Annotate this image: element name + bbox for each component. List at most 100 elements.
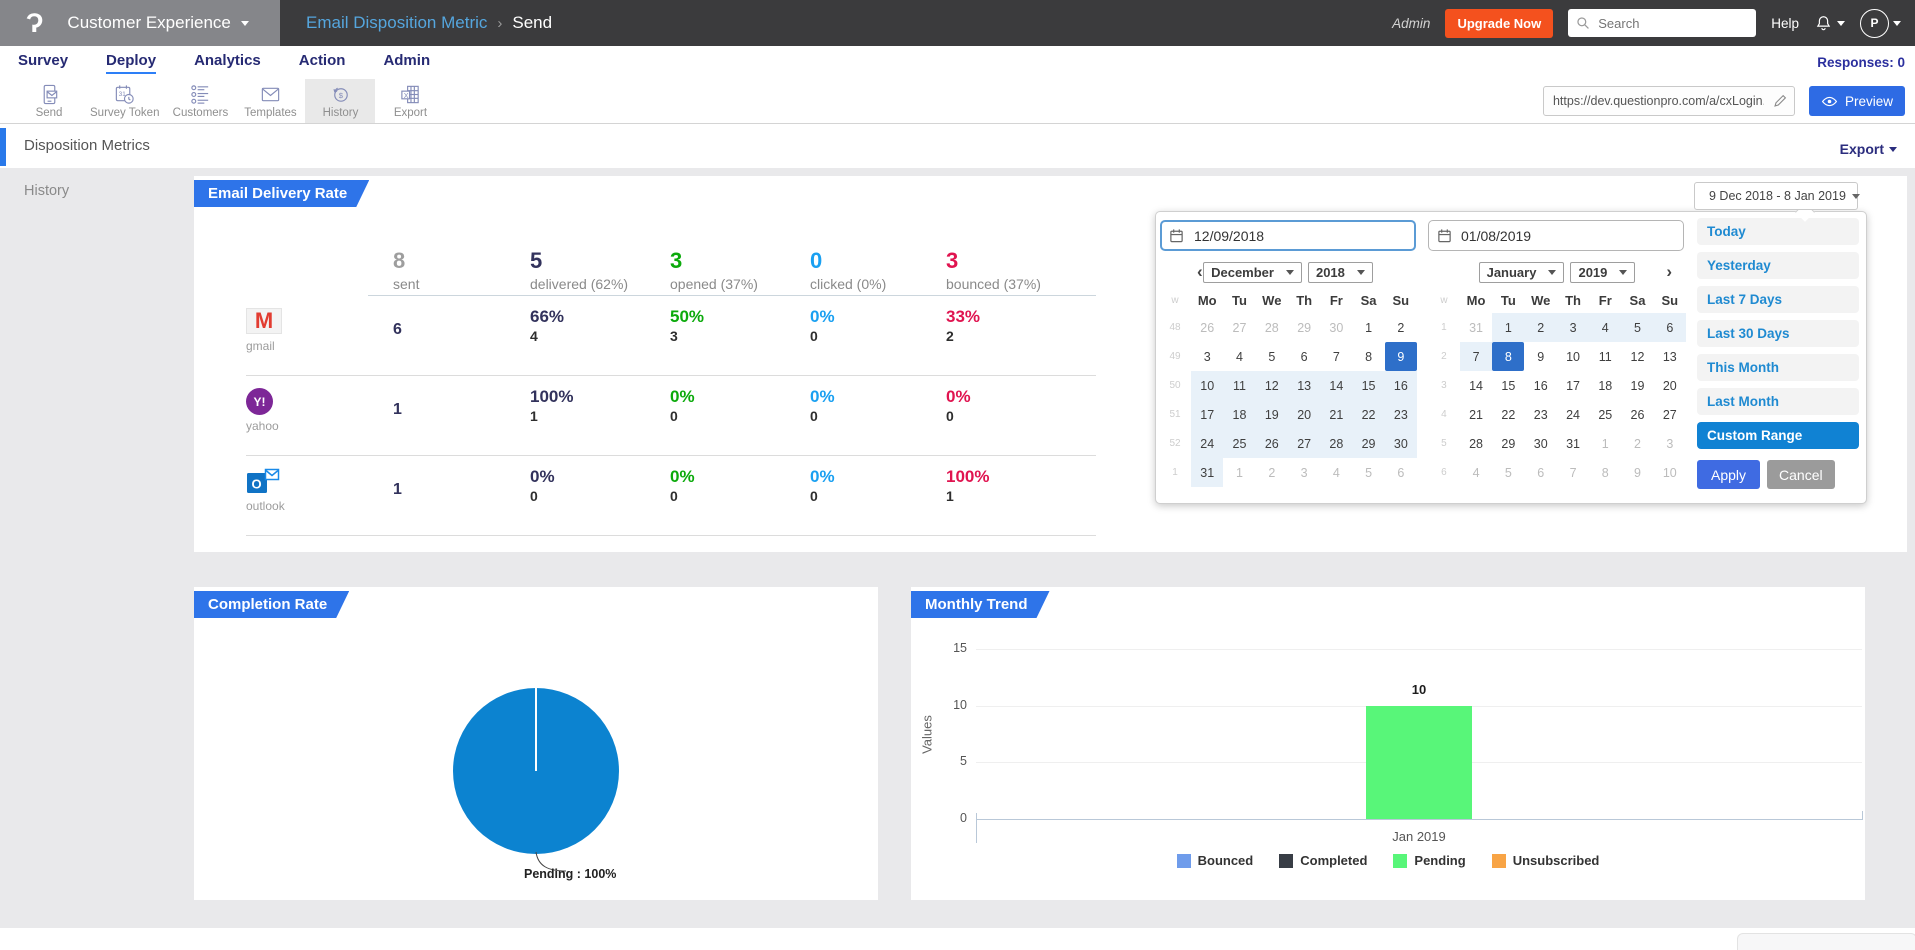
calendar-day[interactable]: 2 [1385,313,1417,342]
quick-range-today[interactable]: Today [1697,218,1859,245]
calendar-day[interactable]: 27 [1654,400,1686,429]
calendar-day[interactable]: 23 [1524,400,1556,429]
calendar-day[interactable]: 25 [1223,429,1255,458]
calendar-day[interactable]: 21 [1320,400,1352,429]
calendar-day[interactable]: 12 [1256,371,1288,400]
upgrade-now-button[interactable]: Upgrade Now [1445,9,1553,38]
calendar-day[interactable]: 10 [1654,458,1686,487]
preview-button[interactable]: Preview [1809,86,1905,116]
apply-button[interactable]: Apply [1697,460,1760,489]
calendar-day[interactable]: 25 [1589,400,1621,429]
calendar-day[interactable]: 8 [1352,342,1384,371]
calendar-day[interactable]: 6 [1524,458,1556,487]
calendar-day[interactable]: 6 [1654,313,1686,342]
calendar-day[interactable]: 28 [1320,429,1352,458]
calendar-day[interactable]: 8 [1492,342,1524,371]
calendar-day[interactable]: 15 [1352,371,1384,400]
responses-count[interactable]: Responses: 0 [1817,55,1915,70]
notifications-button[interactable] [1814,14,1845,33]
bar-pending[interactable] [1366,706,1472,819]
calendar-day[interactable]: 13 [1288,371,1320,400]
calendar-day[interactable]: 3 [1557,313,1589,342]
calendar-day[interactable]: 16 [1385,371,1417,400]
end-date-input[interactable] [1428,220,1684,251]
calendar-next-icon[interactable]: › [1666,261,1672,283]
calendar-day[interactable]: 4 [1320,458,1352,487]
toolbar-history[interactable]: $ History [305,79,375,123]
quick-range-last-30-days[interactable]: Last 30 Days [1697,320,1859,347]
calendar-day[interactable]: 20 [1654,371,1686,400]
calendar-day[interactable]: 18 [1223,400,1255,429]
quick-range-yesterday[interactable]: Yesterday [1697,252,1859,279]
calendar-day[interactable]: 4 [1460,458,1492,487]
calendar-day[interactable]: 9 [1385,342,1417,371]
search-input[interactable] [1596,15,1730,32]
nav-analytics[interactable]: Analytics [194,52,261,74]
calendar-day[interactable]: 1 [1223,458,1255,487]
calendar-day[interactable]: 22 [1352,400,1384,429]
calendar-day[interactable]: 26 [1621,400,1653,429]
calendar-day[interactable]: 10 [1191,371,1223,400]
quick-range-last-7-days[interactable]: Last 7 Days [1697,286,1859,313]
edit-pencil-icon[interactable] [1773,93,1788,108]
nav-survey[interactable]: Survey [18,52,68,74]
calendar-day[interactable]: 4 [1589,313,1621,342]
calendar-day[interactable]: 19 [1621,371,1653,400]
calendar-day[interactable]: 5 [1352,458,1384,487]
calendar-day[interactable]: 31 [1460,313,1492,342]
calendar-day[interactable]: 5 [1621,313,1653,342]
toolbar-survey-token[interactable]: 31 Survey Token [84,79,165,123]
calendar-day[interactable]: 27 [1223,313,1255,342]
calendar-day[interactable]: 30 [1385,429,1417,458]
calendar-day[interactable]: 14 [1460,371,1492,400]
toolbar-customers[interactable]: Customers [165,79,235,123]
legend-unsubscribed[interactable]: Unsubscribed [1492,853,1600,868]
calendar-day[interactable]: 26 [1256,429,1288,458]
calendar-day[interactable]: 2 [1524,313,1556,342]
calendar-day[interactable]: 9 [1621,458,1653,487]
calendar-day[interactable]: 17 [1191,400,1223,429]
calendar-day[interactable]: 7 [1460,342,1492,371]
calendar-day[interactable]: 2 [1621,429,1653,458]
year-select[interactable]: 2019 [1570,262,1635,283]
cancel-button[interactable]: Cancel [1767,460,1835,489]
calendar-day[interactable]: 29 [1352,429,1384,458]
calendar-day[interactable]: 24 [1191,429,1223,458]
legend-completed[interactable]: Completed [1279,853,1367,868]
calendar-day[interactable]: 18 [1589,371,1621,400]
calendar-day[interactable]: 10 [1557,342,1589,371]
sidebar-item-disposition-metrics[interactable]: Disposition Metrics [24,137,150,154]
calendar-day[interactable]: 29 [1288,313,1320,342]
calendar-day[interactable]: 28 [1460,429,1492,458]
legend-pending[interactable]: Pending [1393,853,1465,868]
calendar-day[interactable]: 1 [1352,313,1384,342]
calendar-day[interactable]: 7 [1320,342,1352,371]
toolbar-templates[interactable]: Templates [235,79,305,123]
calendar-day[interactable]: 7 [1557,458,1589,487]
nav-admin[interactable]: Admin [383,52,430,74]
calendar-day[interactable]: 17 [1557,371,1589,400]
legend-bounced[interactable]: Bounced [1177,853,1254,868]
nav-deploy[interactable]: Deploy [106,52,156,74]
calendar-day[interactable]: 8 [1589,458,1621,487]
month-select[interactable]: January [1479,262,1565,283]
calendar-day[interactable]: 14 [1320,371,1352,400]
breadcrumb-survey-link[interactable]: Email Disposition Metric [306,13,487,33]
calendar-day[interactable]: 30 [1524,429,1556,458]
toolbar-send[interactable]: Send [14,79,84,123]
start-date-input[interactable] [1160,220,1416,251]
bottom-widget-tab[interactable] [1737,933,1915,950]
calendar-day[interactable]: 3 [1654,429,1686,458]
calendar-day[interactable]: 1 [1589,429,1621,458]
quick-range-custom[interactable]: Custom Range [1697,422,1859,449]
calendar-day[interactable]: 3 [1288,458,1320,487]
sidebar-item-history[interactable]: History [24,183,69,199]
calendar-day[interactable]: 15 [1492,371,1524,400]
calendar-day[interactable]: 4 [1223,342,1255,371]
calendar-day[interactable]: 19 [1256,400,1288,429]
calendar-day[interactable]: 26 [1191,313,1223,342]
calendar-day[interactable]: 11 [1589,342,1621,371]
workspace-switcher[interactable]: Customer Experience [67,13,248,33]
calendar-day[interactable]: 22 [1492,400,1524,429]
calendar-prev-icon[interactable]: ‹ [1197,261,1203,283]
